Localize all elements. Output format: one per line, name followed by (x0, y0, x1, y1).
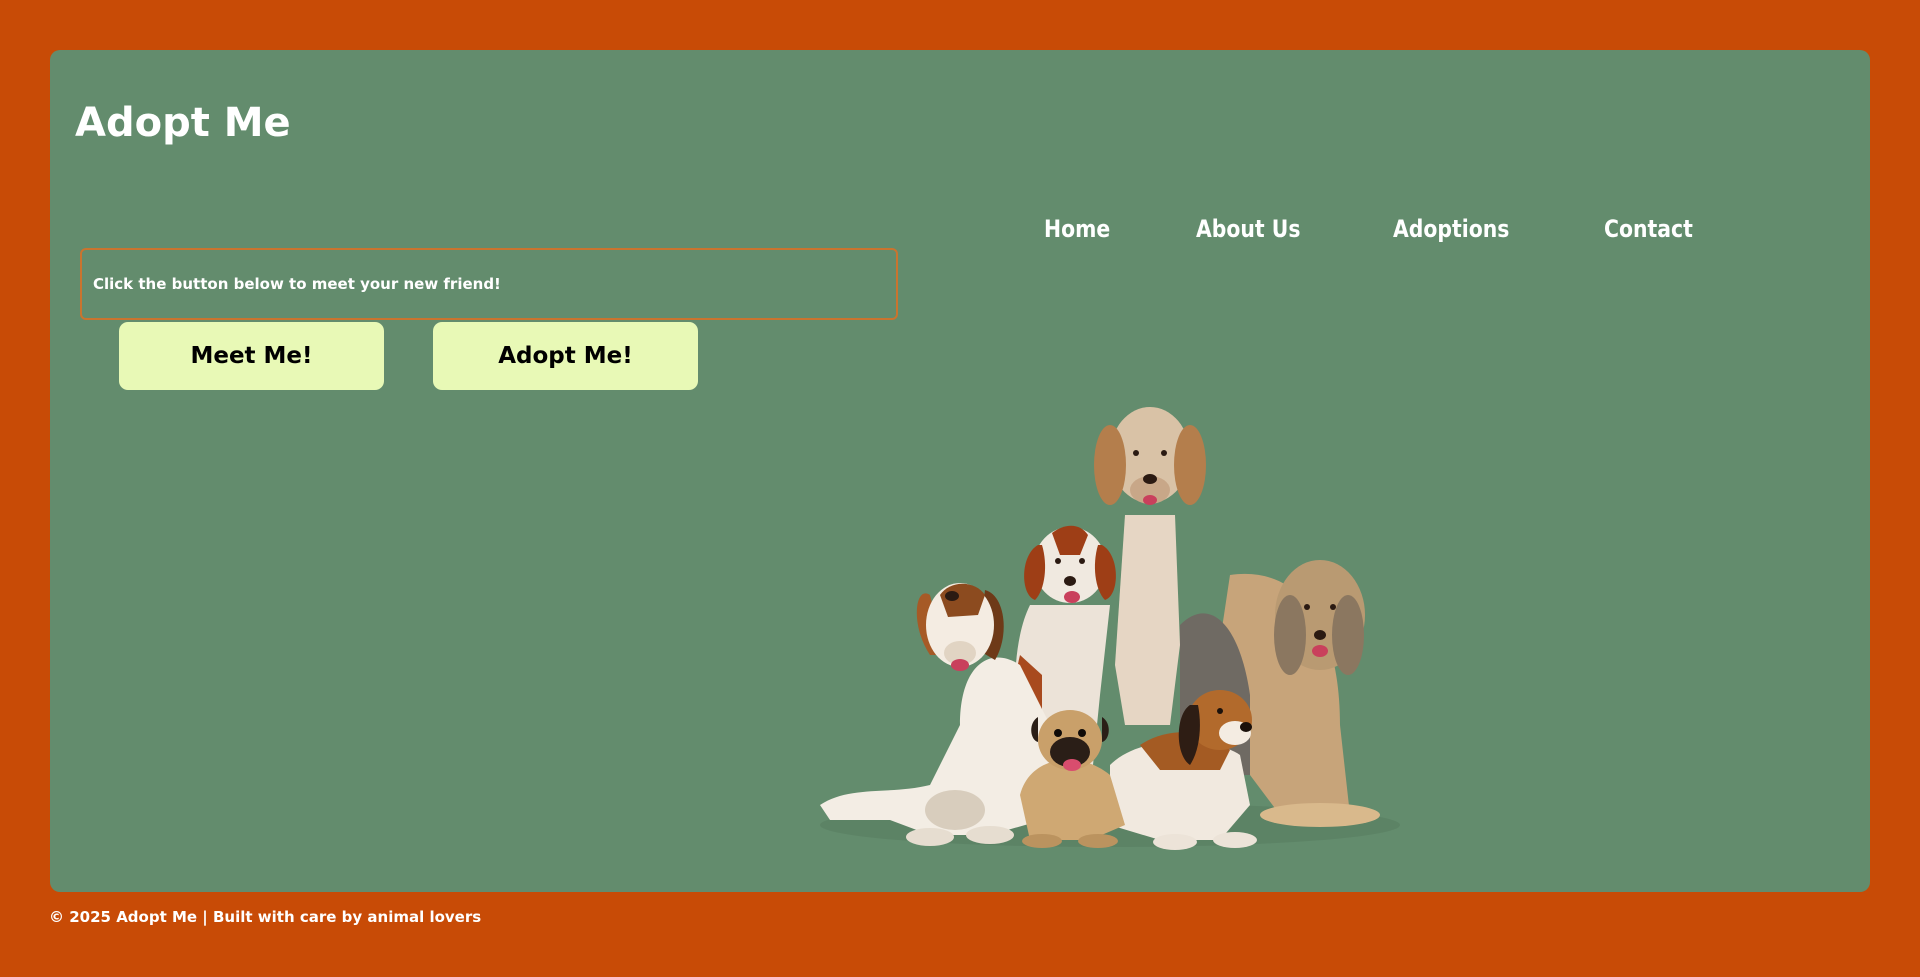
message-box: Click the button below to meet your new … (80, 248, 898, 320)
nav-contact-link[interactable]: Contact (1604, 215, 1693, 243)
message-text: Click the button below to meet your new … (93, 275, 501, 293)
footer-text: © 2025 Adopt Me | Built with care by ani… (49, 908, 482, 926)
adopt-me-button[interactable]: Adopt Me! (433, 322, 698, 390)
main-nav: Home About Us Adoptions Contact (1044, 215, 1708, 243)
page-title: Adopt Me (75, 100, 291, 146)
main-panel: Adopt Me Home About Us Adoptions Contact… (50, 50, 1870, 892)
pug-dog (1020, 710, 1125, 848)
nav-adoptions-link[interactable]: Adoptions (1393, 215, 1509, 243)
nav-about-link[interactable]: About Us (1196, 215, 1300, 243)
dogs-image (820, 407, 1400, 850)
meet-me-button[interactable]: Meet Me! (119, 322, 384, 390)
nav-home-link[interactable]: Home (1044, 215, 1110, 243)
